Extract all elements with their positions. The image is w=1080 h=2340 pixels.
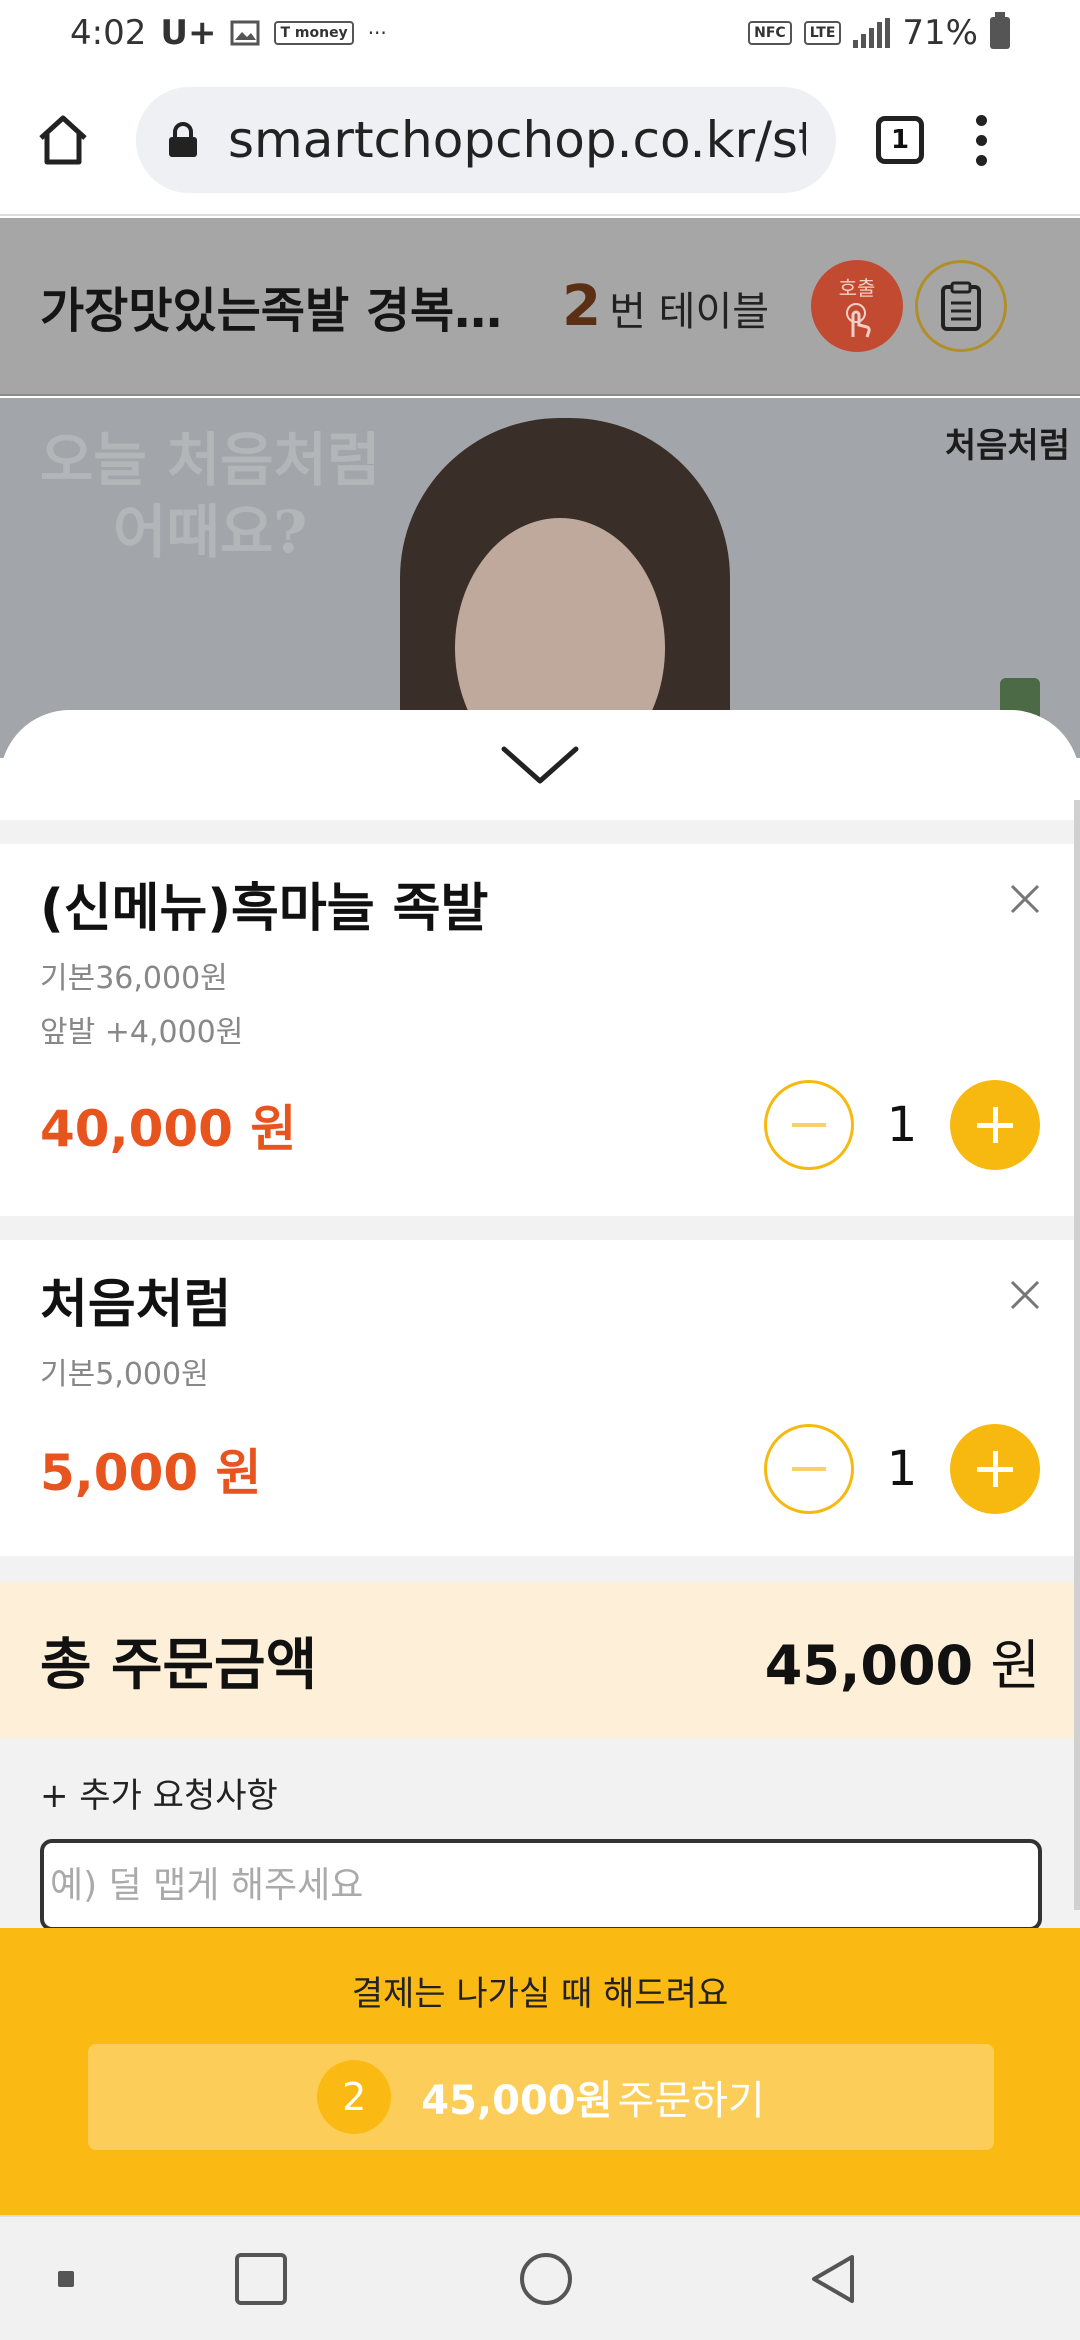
image-icon xyxy=(230,20,260,46)
promo-banner: 오늘 처음처럼 어때요? 처음처럼 xyxy=(0,398,1080,758)
remove-item-button[interactable] xyxy=(1000,874,1050,924)
table-info: 2 번 테이블 xyxy=(562,274,769,339)
tab-switcher-button[interactable]: 1 xyxy=(876,116,924,164)
order-footer: 결제는 나가실 때 해드려요 2 45,000원 주문하기 xyxy=(0,1928,1080,2215)
quantity-value: 1 xyxy=(886,1097,918,1153)
status-left: 4:02 U+ T money ··· xyxy=(70,13,387,53)
lte-badge: LTE xyxy=(803,21,842,45)
home-icon xyxy=(39,115,87,165)
browser-menu-button[interactable] xyxy=(976,114,987,166)
tap-hand-icon xyxy=(846,302,871,337)
item-price: 5,000 원 xyxy=(40,1444,262,1502)
total-amount-unit: 원 xyxy=(990,1633,1040,1697)
browser-toolbar: smartchopchop.co.kr/st 1 xyxy=(0,66,1080,216)
order-amount: 45,000원 xyxy=(421,2078,613,2124)
clipboard-icon xyxy=(941,281,982,331)
status-right: NFC LTE 71% xyxy=(748,12,1010,53)
chevron-down-icon xyxy=(501,746,579,784)
minus-icon xyxy=(792,1123,826,1127)
url-text: smartchopchop.co.kr/st xyxy=(228,111,806,169)
remove-item-button[interactable] xyxy=(1000,1270,1050,1320)
store-name: 가장맛있는족발 경복… xyxy=(40,283,503,339)
total-label: 총 주문금액 xyxy=(40,1632,318,1698)
decrease-quantity-button[interactable] xyxy=(764,1424,854,1514)
quantity-stepper: 1 xyxy=(764,1080,1040,1170)
battery-percent: 71% xyxy=(902,13,978,53)
banner-copy-line2: 어때요? xyxy=(113,498,308,566)
nav-dot-icon xyxy=(58,2271,74,2287)
item-base-price: 기본36,000원 xyxy=(40,961,228,996)
minus-icon xyxy=(792,1467,826,1471)
decrease-quantity-button[interactable] xyxy=(764,1080,854,1170)
recent-apps-button[interactable] xyxy=(235,2253,287,2305)
request-section: + 추가 요청사항 xyxy=(0,1738,1080,1931)
item-bottom-row: 5,000 원 1 xyxy=(40,1424,1040,1514)
system-nav-bar xyxy=(0,2215,1080,2340)
status-bar: 4:02 U+ T money ··· NFC LTE 71% xyxy=(0,0,1080,66)
banner-logo: 처음처럼 xyxy=(944,426,1070,466)
order-total: 총 주문금액 45,000 원 xyxy=(0,1582,1080,1738)
collapse-sheet-button[interactable] xyxy=(0,710,1080,820)
place-order-button[interactable]: 2 45,000원 주문하기 xyxy=(88,2044,994,2150)
table-label: 번 테이블 xyxy=(609,288,770,335)
order-label: 주문하기 xyxy=(617,2078,765,2124)
nfc-badge: NFC xyxy=(748,21,792,45)
order-count-badge: 2 xyxy=(317,2060,392,2134)
store-header: 가장맛있는족발 경복… 2 번 테이블 호출 xyxy=(0,218,1080,396)
item-base-price: 기본5,000원 xyxy=(40,1357,209,1392)
banner-copy-line1: 오늘 처음처럼 xyxy=(40,426,381,494)
sheet-scrollbar[interactable] xyxy=(1074,800,1080,1910)
request-label: + 추가 요청사항 xyxy=(40,1776,278,1816)
call-label: 호출 xyxy=(838,275,876,300)
total-amount: 45,000 원 xyxy=(765,1621,1040,1700)
status-time: 4:02 xyxy=(70,13,147,53)
home-nav-button[interactable] xyxy=(520,2253,572,2305)
back-button[interactable] xyxy=(808,2251,858,2307)
item-option: 앞발 +4,000원 xyxy=(40,1015,244,1050)
cart-item: 처음처럼 기본5,000원 5,000 원 1 xyxy=(0,1240,1080,1556)
home-button[interactable] xyxy=(30,107,96,173)
carrier-label: U+ xyxy=(160,13,217,53)
item-name: (신메뉴)흑마늘 족발 xyxy=(40,879,489,939)
battery-icon xyxy=(990,12,1010,49)
signal-icon xyxy=(853,18,891,48)
increase-quantity-button[interactable] xyxy=(950,1424,1040,1514)
status-more: ··· xyxy=(367,21,387,45)
tmoney-badge: T money xyxy=(274,21,354,45)
lock-icon xyxy=(169,122,197,157)
payment-note: 결제는 나가실 때 해드려요 xyxy=(351,1974,729,2014)
order-history-button[interactable] xyxy=(915,260,1008,352)
item-bottom-row: 40,000 원 1 xyxy=(40,1080,1040,1170)
order-button-text: 45,000원 주문하기 xyxy=(421,2068,764,2126)
increase-quantity-button[interactable] xyxy=(950,1080,1040,1170)
item-price: 40,000 원 xyxy=(40,1100,297,1158)
table-number: 2 xyxy=(562,273,602,339)
quantity-stepper: 1 xyxy=(764,1424,1040,1514)
request-input[interactable] xyxy=(40,1839,1042,1931)
quantity-value: 1 xyxy=(886,1441,918,1497)
total-amount-value: 45,000 xyxy=(764,1633,974,1697)
address-bar[interactable]: smartchopchop.co.kr/st xyxy=(136,87,836,193)
cart-item: (신메뉴)흑마늘 족발 기본36,000원 앞발 +4,000원 40,000 … xyxy=(0,844,1080,1216)
call-staff-button[interactable]: 호출 xyxy=(811,260,904,352)
banner-copy: 오늘 처음처럼 어때요? xyxy=(40,424,380,568)
item-name: 처음처럼 xyxy=(40,1275,232,1335)
